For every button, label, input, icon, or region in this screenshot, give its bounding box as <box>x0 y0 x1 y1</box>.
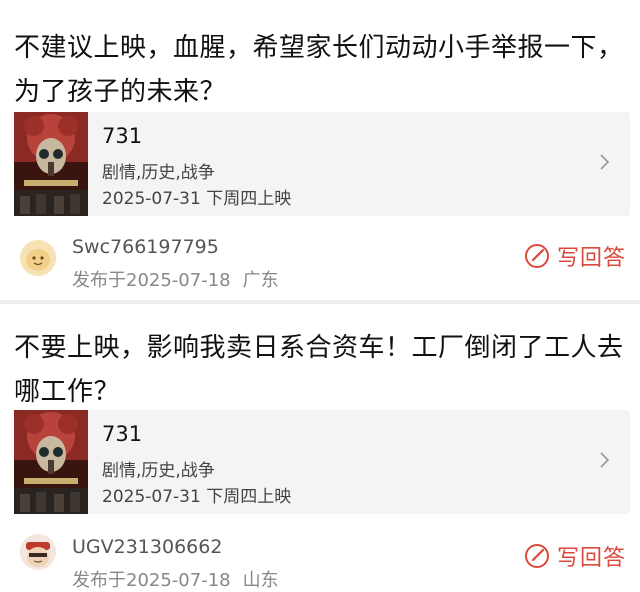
write-answer-button[interactable]: 写回答 <box>523 240 626 272</box>
post-meta: 发布于2025-07-18 山东 <box>72 566 279 592</box>
edit-circle-icon <box>524 544 549 568</box>
published-date: 发布于2025-07-18 <box>72 270 231 291</box>
movie-poster <box>14 410 88 514</box>
question-post: 不建议上映，血腥，希望家长们动动小手举报一下，为了孩子的未来？ 731 剧情,历… <box>0 0 640 300</box>
post-meta: 发布于2025-07-18 广东 <box>72 266 279 292</box>
user-avatar[interactable] <box>20 534 56 570</box>
movie-poster <box>14 112 88 216</box>
write-answer-label: 写回答 <box>556 246 626 271</box>
write-answer-button[interactable]: 写回答 <box>523 540 626 572</box>
user-region: 广东 <box>242 270 279 291</box>
question-text[interactable]: 不建议上映，血腥，希望家长们动动小手举报一下，为了孩子的未来？ <box>14 26 626 114</box>
movie-genres: 剧情,历史,战争 <box>102 461 215 481</box>
movie-release-date: 2025-07-31 下周四上映 <box>102 189 292 209</box>
username[interactable]: UGV231306662 <box>72 536 222 558</box>
question-post: 不要上映，影响我卖日系合资车！工厂倒闭了工人去哪工作？ 731 剧情,历史,战争… <box>0 304 640 591</box>
write-answer-label: 写回答 <box>556 546 626 571</box>
chevron-right-icon <box>600 452 610 468</box>
movie-card[interactable]: 731 剧情,历史,战争 2025-07-31 下周四上映 <box>14 112 630 216</box>
movie-genres: 剧情,历史,战争 <box>102 163 215 183</box>
movie-release-date: 2025-07-31 下周四上映 <box>102 487 292 507</box>
user-region: 山东 <box>242 570 279 591</box>
edit-circle-icon <box>524 244 549 268</box>
movie-title: 731 <box>102 422 143 446</box>
movie-title: 731 <box>102 124 143 148</box>
movie-card[interactable]: 731 剧情,历史,战争 2025-07-31 下周四上映 <box>14 410 630 514</box>
chevron-right-icon <box>600 154 610 170</box>
question-text[interactable]: 不要上映，影响我卖日系合资车！工厂倒闭了工人去哪工作？ <box>14 326 626 414</box>
user-avatar[interactable] <box>20 240 56 276</box>
published-date: 发布于2025-07-18 <box>72 570 231 591</box>
username[interactable]: Swc766197795 <box>72 236 219 258</box>
